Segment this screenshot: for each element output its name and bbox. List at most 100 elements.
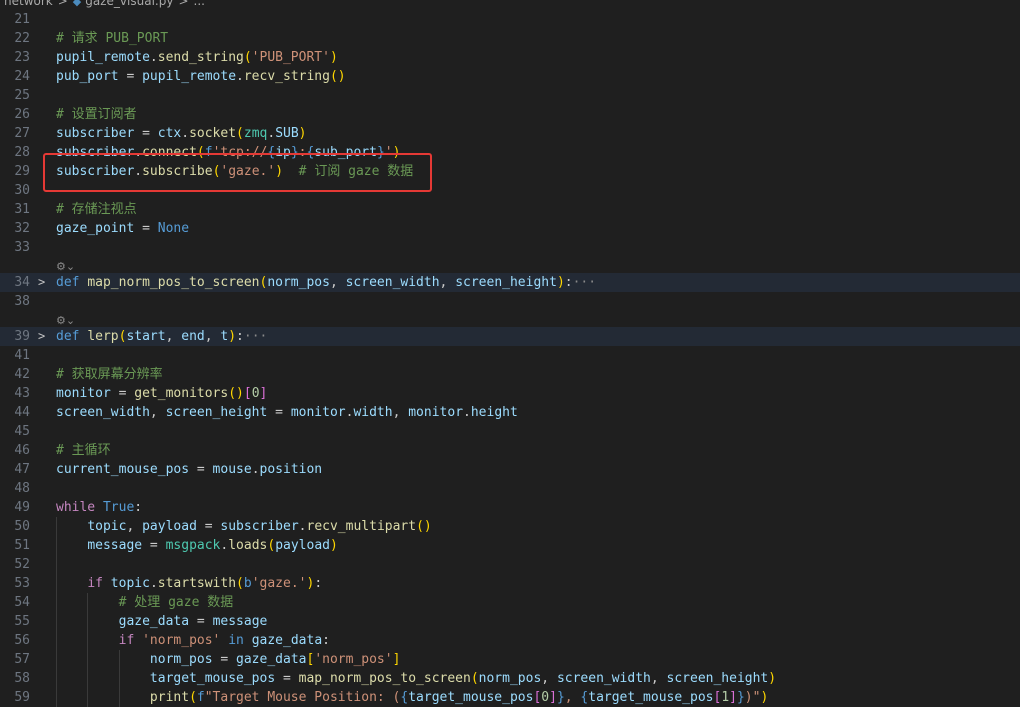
code-line[interactable]: 22 # 请求 PUB_PORT [0,29,1020,48]
code-line[interactable]: 54 # 处理 gaze 数据 [0,593,1020,612]
code-token: : [236,329,244,344]
fold-chevron-icon[interactable]: > [38,327,45,346]
code-token: . [251,462,260,477]
code-line[interactable]: 23 pupil_remote.send_string('PUB_PORT') [0,48,1020,67]
code-token: = [134,221,158,236]
code-token: 'PUB_PORT' [251,50,330,65]
code-line[interactable]: 47 current_mouse_pos = mouse.position [0,460,1020,479]
code-text: current_mouse_pos = mouse.position [56,460,322,479]
code-line[interactable]: 43 monitor = get_monitors()[0] [0,384,1020,403]
code-line[interactable]: 34 > def map_norm_pos_to_screen(norm_pos, … [0,273,1020,292]
code-token: lerp [87,329,119,344]
code-token: if [87,576,111,591]
code-token: 0 [251,386,260,401]
code-token: norm_pos [267,275,330,290]
code-line[interactable]: 45 [0,422,1020,441]
code-token: ) [556,275,565,290]
code-token: = [118,69,143,84]
code-token: # 存储注视点 [56,202,137,217]
code-text: # 获取屏幕分辨率 [56,365,163,384]
code-token: b [243,576,252,591]
code-line[interactable]: 57 norm_pos = gaze_data['norm_pos'] [0,650,1020,669]
breadcrumb-trail[interactable]: ... [194,0,205,8]
code-line[interactable]: 25 [0,86,1020,105]
code-token: # 设置订阅者 [56,107,137,122]
code-token: ] [729,690,737,705]
line-number: 59 [14,690,30,705]
code-token: monitor [56,386,111,401]
code-line[interactable]: 44 screen_width, screen_height = monitor.… [0,403,1020,422]
code-line[interactable]: 48 [0,479,1020,498]
code-line[interactable]: 59 print(f"Target Mouse Position: ({targ… [0,688,1020,707]
code-line[interactable]: 32 gaze_point = None [0,219,1020,238]
code-token: ) [768,671,777,686]
code-line[interactable]: 55 gaze_data = message [0,612,1020,631]
line-number: 23 [14,50,30,65]
code-text: message = msgpack.loads(payload) [56,536,338,555]
code-text: # 存储注视点 [56,200,137,219]
code-line[interactable]: 33 [0,238,1020,257]
code-text: # 主循环 [56,441,111,460]
code-text: pub_port = pupil_remote.recv_string() [56,67,346,86]
code-line[interactable]: 53 if topic.startswith(b'gaze.'): [0,574,1020,593]
code-token: start [126,329,166,344]
code-token: : [564,275,573,290]
code-line[interactable]: 38 [0,292,1020,311]
code-line[interactable]: 41 [0,346,1020,365]
code-text: # 请求 PUB_PORT [56,29,168,48]
code-line[interactable]: 24 pub_port = pupil_remote.recv_string() [0,67,1020,86]
line-number: 30 [14,183,30,198]
code-text: monitor = get_monitors()[0] [56,384,267,403]
code-line[interactable]: 42 # 获取屏幕分辨率 [0,365,1020,384]
code-line[interactable]: 51 message = msgpack.loads(payload) [0,536,1020,555]
code-line[interactable]: 56 if 'norm_pos' in gaze_data: [0,631,1020,650]
breadcrumb-file[interactable]: gaze_visual.py [85,0,173,8]
code-line[interactable]: 39 > def lerp(start, end, t):··· [0,327,1020,346]
code-line[interactable]: 27 subscriber = ctx.socket(zmq.SUB) [0,124,1020,143]
code-token: monitor [290,405,346,420]
line-number: 27 [14,126,30,141]
breadcrumb-separator: > [57,0,68,8]
code-token: # 获取屏幕分辨率 [56,367,163,382]
code-token: () [416,519,432,534]
line-number: 50 [14,519,30,534]
code-token: . [267,126,276,141]
code-line[interactable]: 31 # 存储注视点 [0,200,1020,219]
code-text: def map_norm_pos_to_screen(norm_pos, scr… [56,273,596,292]
code-token: : [134,500,143,515]
code-token: = [189,462,213,477]
code-token: : [322,633,330,648]
code-token: ( [236,126,244,141]
line-number: 57 [14,652,30,667]
python-file-icon: ◆ [72,0,82,8]
breadcrumb-folder[interactable]: network [4,0,53,8]
code-line[interactable]: 21 [0,10,1020,29]
code-token: msgpack [165,538,221,553]
code-line[interactable]: 46 # 主循环 [0,441,1020,460]
code-token: () [228,386,244,401]
line-number: 54 [14,595,30,610]
line-number: 21 [14,12,30,27]
code-token: ) [329,50,338,65]
fold-chevron-icon[interactable]: > [38,273,45,292]
code-token: map_norm_pos_to_screen [87,275,260,290]
line-number: 49 [14,500,30,515]
code-token: ) [228,329,237,344]
code-text: screen_width, screen_height = monitor. wi… [56,403,518,422]
line-number: 58 [14,671,30,686]
line-number: 47 [14,462,30,477]
code-token: ) [760,690,769,705]
line-number: 55 [14,614,30,629]
code-token: startswith [157,576,237,591]
code-token: = [134,126,158,141]
code-line[interactable]: 58 target_mouse_pos = map_norm_pos_to_sc… [0,669,1020,688]
line-number: 43 [14,386,30,401]
code-line[interactable]: 26 # 设置订阅者 [0,105,1020,124]
code-line[interactable]: 52 [0,555,1020,574]
code-token: position [259,462,323,477]
code-editor[interactable]: 21 22 # 请求 PUB_PORT 23 pupil_remote.send_str… [0,10,1020,707]
code-line[interactable]: 49 while True: [0,498,1020,517]
code-line[interactable]: 50 topic, payload = subscriber.recv_mult… [0,517,1020,536]
breadcrumb-separator-2: > [178,0,189,8]
code-token: zmq [243,126,268,141]
